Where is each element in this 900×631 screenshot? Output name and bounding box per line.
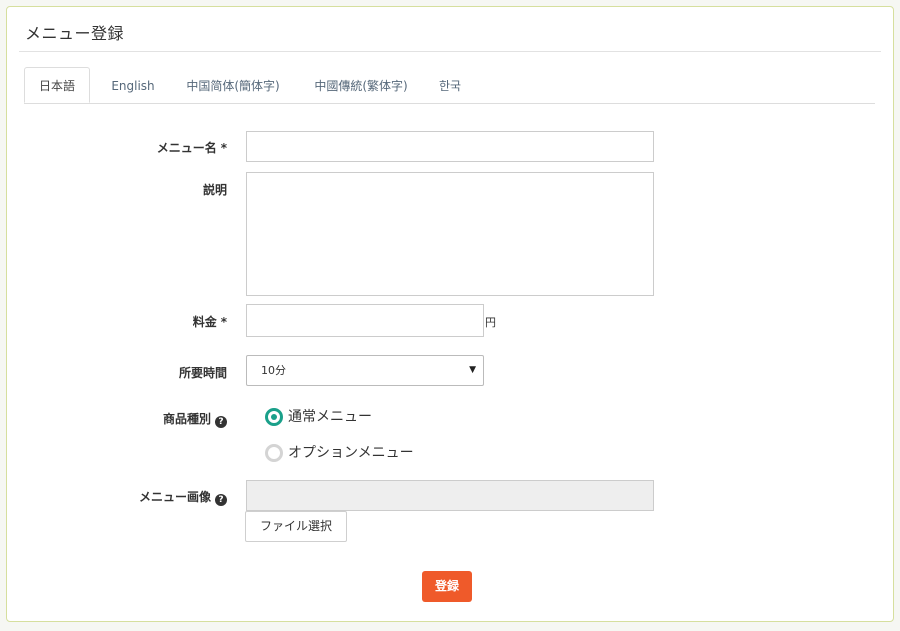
product-type-label: 商品種別?: [87, 410, 227, 428]
tab-chinese-traditional[interactable]: 中國傳統(繁体字): [306, 67, 416, 103]
price-label: 料金 *: [87, 313, 227, 330]
price-input[interactable]: [246, 304, 484, 337]
menu-image-preview: [246, 480, 654, 511]
menu-name-label-text: メニュー名: [156, 141, 217, 155]
product-type-label-text: 商品種別: [162, 412, 211, 426]
caret-down-icon: ▼: [469, 365, 476, 375]
tab-korean[interactable]: 한국: [428, 67, 472, 103]
question-circle-icon[interactable]: ?: [215, 494, 227, 506]
menu-name-label: メニュー名 *: [87, 139, 227, 156]
tab-english[interactable]: English: [100, 67, 166, 103]
panel-title: メニュー登録: [25, 24, 125, 43]
tab-chinese-simplified[interactable]: 中国简体(簡体字): [178, 67, 288, 103]
duration-label: 所要時間: [178, 366, 227, 380]
radio-normal-menu[interactable]: [265, 408, 283, 426]
menu-name-input[interactable]: [246, 131, 654, 162]
duration-select[interactable]: 10分 ▼: [246, 355, 484, 386]
file-select-button[interactable]: ファイル選択: [245, 511, 347, 542]
tab-japanese[interactable]: 日本語: [24, 67, 90, 103]
menu-image-label-text: メニュー画像: [138, 490, 211, 504]
duration-selected-value: 10分: [261, 364, 286, 377]
radio-option-menu[interactable]: [265, 444, 283, 462]
required-mark: *: [220, 141, 227, 155]
radio-option-menu-label[interactable]: オプションメニュー: [288, 442, 414, 462]
question-circle-icon[interactable]: ?: [215, 416, 227, 428]
menu-register-panel: メニュー登録 日本語 English 中国简体(簡体字) 中國傳統(繁体字) 한…: [6, 6, 894, 622]
price-label-text: 料金: [192, 315, 217, 329]
register-button[interactable]: 登録: [422, 571, 472, 602]
menu-image-label: メニュー画像?: [87, 488, 227, 506]
required-mark: *: [220, 315, 227, 329]
radio-normal-menu-label[interactable]: 通常メニュー: [288, 406, 372, 426]
price-unit: 円: [485, 316, 496, 329]
title-divider: [19, 51, 881, 52]
description-label: 説明: [202, 183, 227, 197]
description-textarea[interactable]: [246, 172, 654, 296]
language-tabs: 日本語 English 中国简体(簡体字) 中國傳統(繁体字) 한국: [24, 67, 875, 104]
